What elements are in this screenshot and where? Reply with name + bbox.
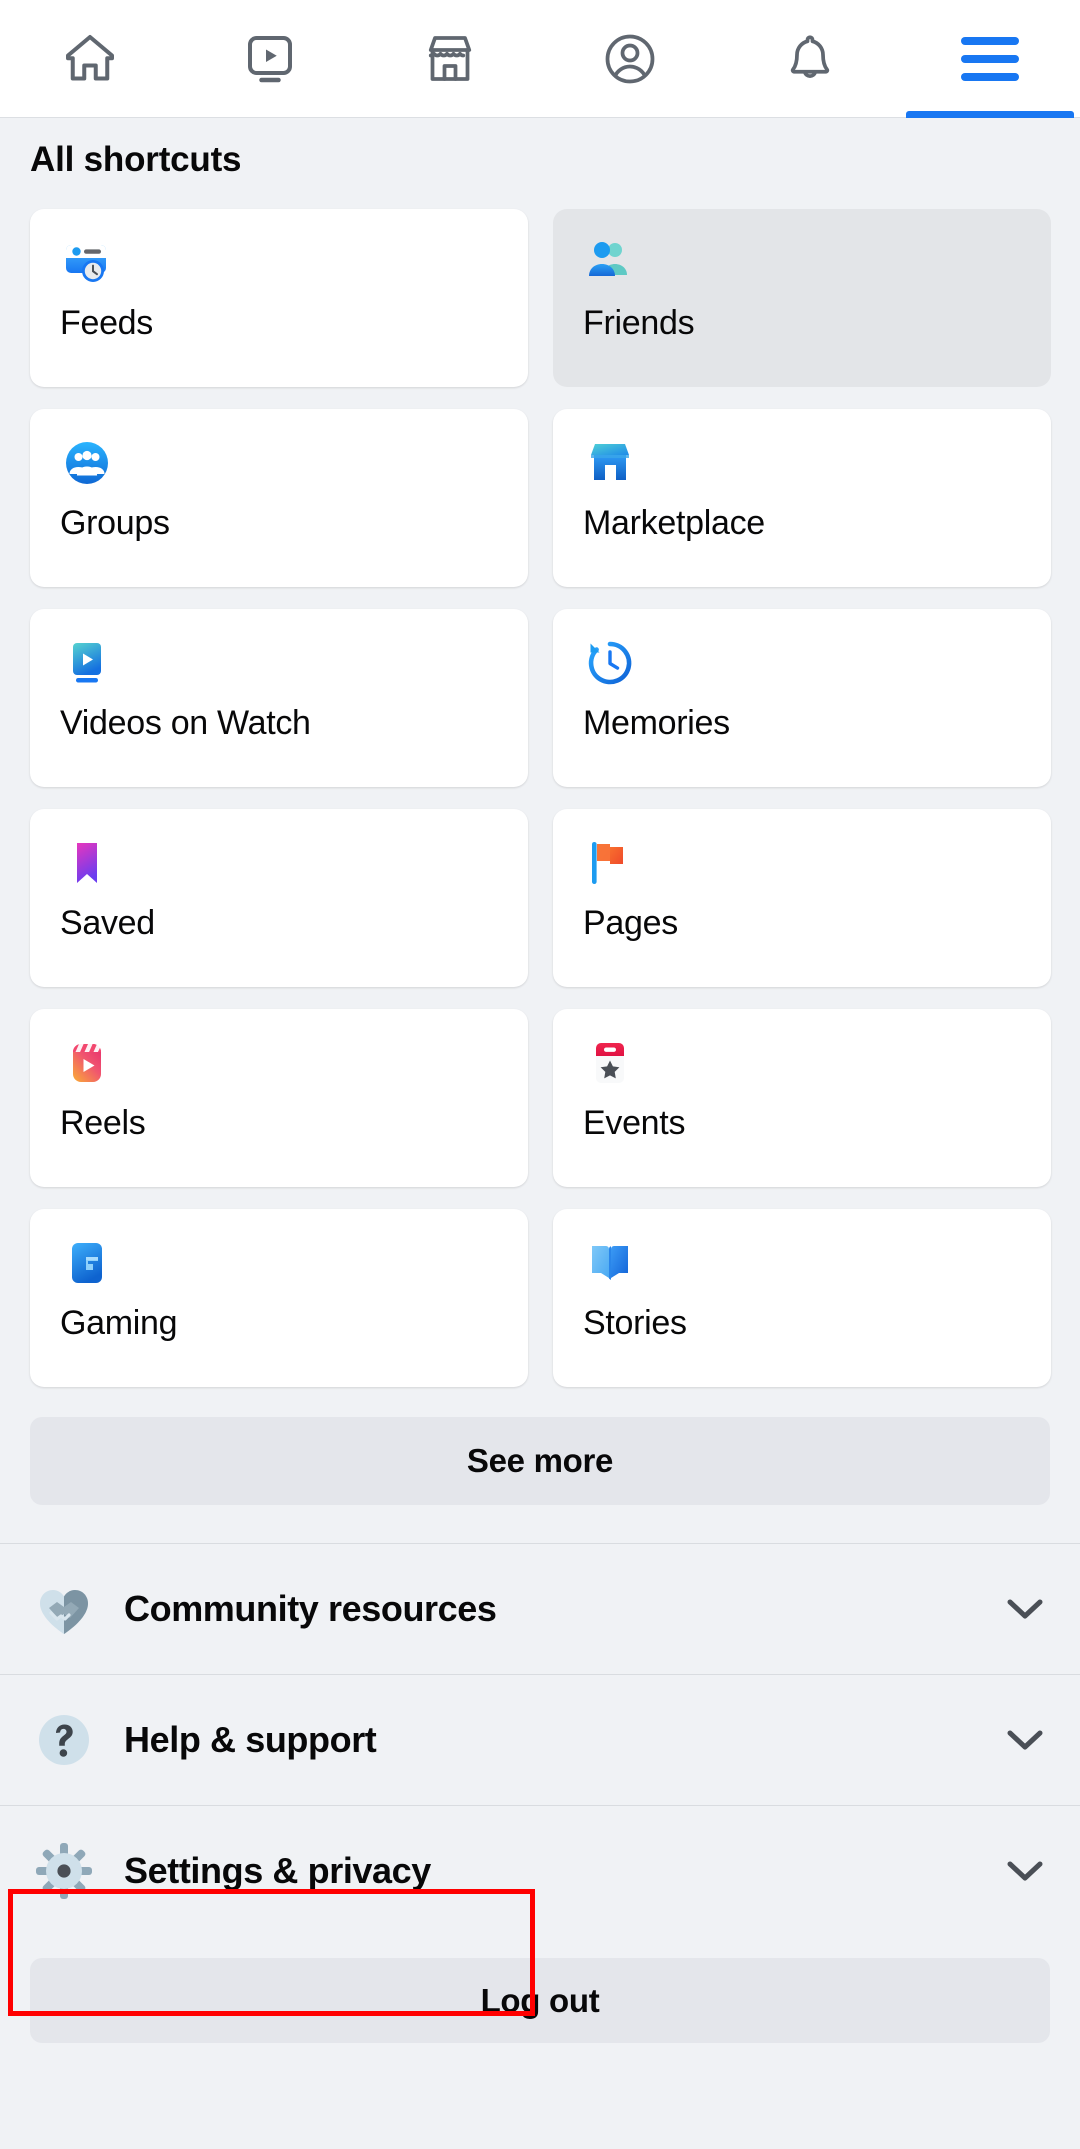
shortcut-card-videos-on-watch[interactable]: Videos on Watch [30,609,528,787]
home-icon [60,29,120,89]
nav-tab-notifications[interactable] [720,0,900,118]
nav-tab-menu[interactable] [900,0,1080,118]
shortcut-card-gaming[interactable]: Gaming [30,1209,528,1387]
logout-container: Log out [0,1936,1080,2043]
store-icon [420,29,480,89]
pages-icon [583,836,637,890]
menu-row-settings-and-privacy[interactable]: Settings & privacy [0,1805,1080,1936]
chevron-down-icon[interactable] [1006,1597,1044,1621]
menu-row-label: Help & support [124,1719,377,1760]
question-mark-icon [30,1706,98,1774]
shortcut-label: Groups [60,504,170,542]
shortcut-card-events[interactable]: Events [553,1009,1051,1187]
nav-tab-marketplace[interactable] [360,0,540,118]
menu-content: All shortcuts Feeds Friends Groups Marke… [0,118,1080,2043]
shortcut-card-feeds[interactable]: Feeds [30,209,528,387]
shortcut-card-groups[interactable]: Groups [30,409,528,587]
shortcut-label: Feeds [60,304,153,342]
shortcut-card-marketplace[interactable]: Marketplace [553,409,1051,587]
nav-tab-home[interactable] [0,0,180,118]
feeds-icon [60,236,114,290]
see-more-button[interactable]: See more [30,1417,1050,1505]
chevron-down-icon[interactable] [1006,1859,1044,1883]
hamburger-menu-icon [961,36,1019,81]
shortcut-label: Pages [583,904,678,942]
top-navigation-bar [0,0,1080,118]
shortcut-card-reels[interactable]: Reels [30,1009,528,1187]
shortcut-card-pages[interactable]: Pages [553,809,1051,987]
bell-icon [780,29,840,89]
nav-tab-video[interactable] [180,0,360,118]
shortcut-card-friends[interactable]: Friends [553,209,1051,387]
video-icon [240,29,300,89]
page-title: All shortcuts [30,140,242,179]
gaming-icon [60,1236,114,1290]
stories-icon [583,1236,637,1290]
account-circle-icon [600,29,660,89]
shortcut-card-saved[interactable]: Saved [30,809,528,987]
reels-icon [60,1036,114,1090]
memories-icon [583,636,637,690]
shortcuts-grid: Feeds Friends Groups Marketplace Videos … [0,180,1080,1387]
watch-icon [60,636,114,690]
menu-row-label: Settings & privacy [124,1850,431,1891]
events-icon [583,1036,637,1090]
log-out-button[interactable]: Log out [30,1958,1050,2043]
shortcut-label: Videos on Watch [60,704,311,742]
marketplace-icon [583,436,637,490]
shortcut-label: Events [583,1104,686,1142]
see-more-container: See more [0,1387,1080,1505]
shortcut-label: Friends [583,304,695,342]
shortcut-label: Reels [60,1104,146,1142]
groups-icon [60,436,114,490]
shortcut-label: Stories [583,1304,687,1342]
handshake-heart-icon [30,1575,98,1643]
shortcut-card-stories[interactable]: Stories [553,1209,1051,1387]
chevron-down-icon[interactable] [1006,1728,1044,1752]
shortcut-card-memories[interactable]: Memories [553,609,1051,787]
friends-icon [583,236,637,290]
shortcut-label: Saved [60,904,155,942]
gear-icon [30,1837,98,1905]
shortcut-label: Gaming [60,1304,178,1342]
shortcut-label: Marketplace [583,504,765,542]
menu-row-community-resources[interactable]: Community resources [0,1543,1080,1674]
active-tab-indicator [906,110,1074,118]
menu-row-help-and-support[interactable]: Help & support [0,1674,1080,1805]
menu-row-label: Community resources [124,1588,497,1629]
saved-icon [60,836,114,890]
nav-tab-profile[interactable] [540,0,720,118]
shortcut-label: Memories [583,704,730,742]
